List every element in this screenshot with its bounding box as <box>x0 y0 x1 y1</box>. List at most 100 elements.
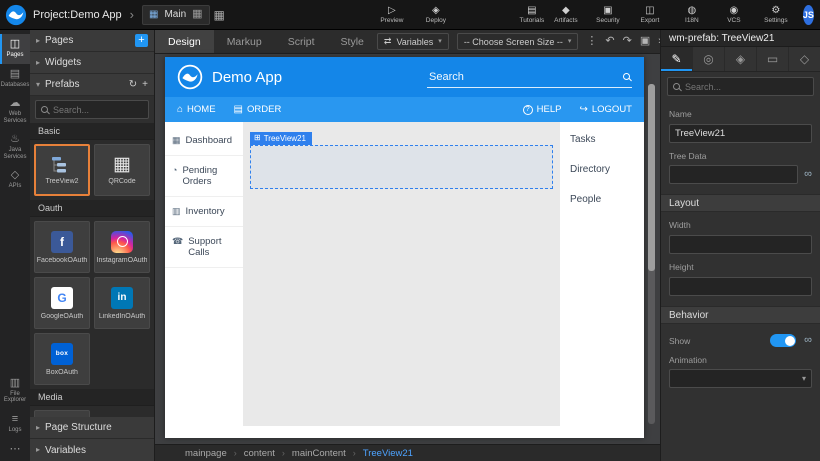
scrollbar-thumb[interactable] <box>648 84 655 271</box>
list-item-directory[interactable]: Directory <box>570 164 634 175</box>
animation-select[interactable]: ▾ <box>669 369 812 388</box>
tree-data-field[interactable] <box>669 165 798 184</box>
width-field[interactable] <box>669 235 812 254</box>
tab-markup[interactable]: Markup <box>214 30 275 53</box>
sidebar-item-logs[interactable]: ≡ Logs <box>0 409 30 439</box>
events-tab[interactable]: ◈ <box>725 47 757 71</box>
left-panel-bottom: ▸ Page Structure ▸ Variables <box>30 417 154 461</box>
name-field[interactable] <box>669 124 812 143</box>
breadcrumb-mainpage[interactable]: mainpage <box>185 448 227 459</box>
widgets-accordion[interactable]: ▸ Widgets <box>30 52 154 74</box>
add-prefab-icon[interactable]: + <box>142 80 148 90</box>
pages-accordion[interactable]: ▸ Pages + <box>30 30 154 52</box>
list-item-tasks[interactable]: Tasks <box>570 134 634 145</box>
width-field-label: Width <box>669 220 812 230</box>
variables-accordion[interactable]: ▸ Variables <box>30 439 154 461</box>
panel-toggle-icon[interactable]: ▣ <box>640 36 650 47</box>
height-field[interactable] <box>669 277 812 296</box>
advanced-tab[interactable]: ◇ <box>789 47 820 71</box>
sidebar-item-java-services[interactable]: ♨ Java Services <box>0 129 30 165</box>
add-page-button[interactable]: + <box>135 34 148 47</box>
nav-order[interactable]: ▤ ORDER <box>234 104 282 115</box>
variables-dropdown[interactable]: ⇄ Variables ▾ <box>377 33 449 50</box>
vcs-icon: ◉ <box>730 6 739 16</box>
properties-tab[interactable]: ✎ <box>661 47 693 71</box>
tab-design[interactable]: Design <box>155 30 214 53</box>
prefab-tile-instagramoauth[interactable]: InstagramOAuth <box>94 221 150 273</box>
canvas-scrollbar[interactable] <box>648 84 655 424</box>
redo-icon[interactable]: ↷ <box>623 36 632 47</box>
selected-widget-tag[interactable]: ⊞ TreeView21 <box>250 132 312 145</box>
app-search-input[interactable] <box>429 71 623 83</box>
canvas-wrap: Demo App ⌂ HOME ▤ ORDER ? <box>155 54 660 444</box>
breadcrumb-maincontent[interactable]: mainContent <box>292 448 346 459</box>
name-field-label: Name <box>669 109 812 119</box>
page-grid-button[interactable]: ▦ <box>214 9 225 21</box>
prefab-tile-linkedinoauth[interactable]: in LinkedInOAuth <box>94 277 150 329</box>
security-button[interactable]: ▣ Security <box>591 6 625 24</box>
sidenav-dashboard[interactable]: ▦ Dashboard <box>165 126 243 156</box>
nav-home-label: HOME <box>187 104 216 115</box>
prefab-tile-treeview2[interactable]: TreeView2 <box>34 144 90 196</box>
help-icon: ? <box>523 105 533 115</box>
device-tab[interactable]: ▭ <box>757 47 789 71</box>
user-avatar[interactable]: JS <box>803 5 814 25</box>
kebab-menu-icon[interactable]: ⋮ <box>586 36 597 47</box>
layout-section-header[interactable]: Layout <box>661 194 820 212</box>
sidebar-item-file-explorer[interactable]: ▥ File Explorer <box>0 373 30 409</box>
nav-help[interactable]: ? HELP <box>523 104 562 115</box>
app-search[interactable] <box>427 66 632 88</box>
preview-label: Preview <box>380 17 403 24</box>
more-options-icon[interactable]: ⋯ <box>0 438 30 461</box>
breadcrumb-treeview21[interactable]: TreeView21 <box>363 448 413 459</box>
height-field-label: Height <box>669 262 812 272</box>
deploy-button[interactable]: ◈ Deploy <box>419 6 453 24</box>
properties-search-wrap <box>661 72 820 101</box>
sidebar-item-pages[interactable]: ◫ Pages <box>0 34 30 64</box>
tutorials-button[interactable]: ▤ Tutorials <box>515 6 549 24</box>
styles-tab[interactable]: ◎ <box>693 47 725 71</box>
nav-logout-label: LOGOUT <box>592 104 632 115</box>
sidebar-item-databases[interactable]: ▤ Databases <box>0 64 30 94</box>
nav-home[interactable]: ⌂ HOME <box>177 104 216 115</box>
tab-script[interactable]: Script <box>275 30 328 53</box>
sidebar-item-apis[interactable]: ◇ APIs <box>0 165 30 195</box>
i18n-button[interactable]: ◍ I18N <box>675 6 709 24</box>
show-toggle[interactable] <box>770 334 796 347</box>
prefab-tile-googleoauth[interactable]: G GoogleOAuth <box>34 277 90 329</box>
artifacts-button[interactable]: ◆ Artifacts <box>549 6 583 24</box>
events-icon: ◈ <box>736 53 745 65</box>
refresh-prefabs-icon[interactable]: ↻ <box>129 80 137 90</box>
prefab-tile-qrcode[interactable]: ▦ QRCode <box>94 144 150 196</box>
sidebar-item-web-services[interactable]: ☁ Web Services <box>0 93 30 129</box>
prefabs-accordion[interactable]: ▾ Prefabs ↻ + <box>30 74 154 96</box>
prefab-search-input[interactable] <box>53 105 143 115</box>
prefab-tile-media[interactable] <box>34 410 90 417</box>
sidenav-pending-orders[interactable]: ◔ Pending Orders <box>165 156 243 197</box>
sidenav-support-calls[interactable]: ☎ Support Calls <box>165 227 243 268</box>
nav-logout[interactable]: ↪ LOGOUT <box>579 104 632 115</box>
page-structure-accordion[interactable]: ▸ Page Structure <box>30 417 154 439</box>
i18n-label: I18N <box>685 17 699 24</box>
tab-style[interactable]: Style <box>328 30 377 53</box>
properties-search-input[interactable] <box>685 82 808 92</box>
page-selector-dropdown[interactable]: ▦ Main ▦ <box>142 5 210 25</box>
variables-accordion-label: Variables <box>45 445 86 456</box>
undo-icon[interactable]: ↶ <box>605 36 614 47</box>
settings-button[interactable]: ⚙ Settings <box>759 6 793 24</box>
preview-button[interactable]: ▷ Preview <box>375 6 409 24</box>
qrcode-icon: ▦ <box>113 155 131 174</box>
treeview-widget-selection[interactable] <box>250 145 553 189</box>
prefab-tile-facebookoauth[interactable]: f FacebookOAuth <box>34 221 90 273</box>
bind-link-icon[interactable]: ∞ <box>804 169 812 180</box>
vcs-button[interactable]: ◉ VCS <box>717 6 751 24</box>
export-button[interactable]: ◫ Export <box>633 6 667 24</box>
sidenav-inventory[interactable]: ▥ Inventory <box>165 197 243 227</box>
bind-link-icon[interactable]: ∞ <box>804 335 812 346</box>
screen-size-dropdown[interactable]: -- Choose Screen Size -- ▾ <box>457 33 579 50</box>
behavior-section-header[interactable]: Behavior <box>661 306 820 324</box>
list-item-people[interactable]: People <box>570 194 634 205</box>
left-panel: ▸ Pages + ▸ Widgets ▾ Prefabs ↻ + Basic <box>30 30 155 461</box>
breadcrumb-content[interactable]: content <box>244 448 275 459</box>
prefab-tile-boxoauth[interactable]: box BoxOAuth <box>34 333 90 385</box>
